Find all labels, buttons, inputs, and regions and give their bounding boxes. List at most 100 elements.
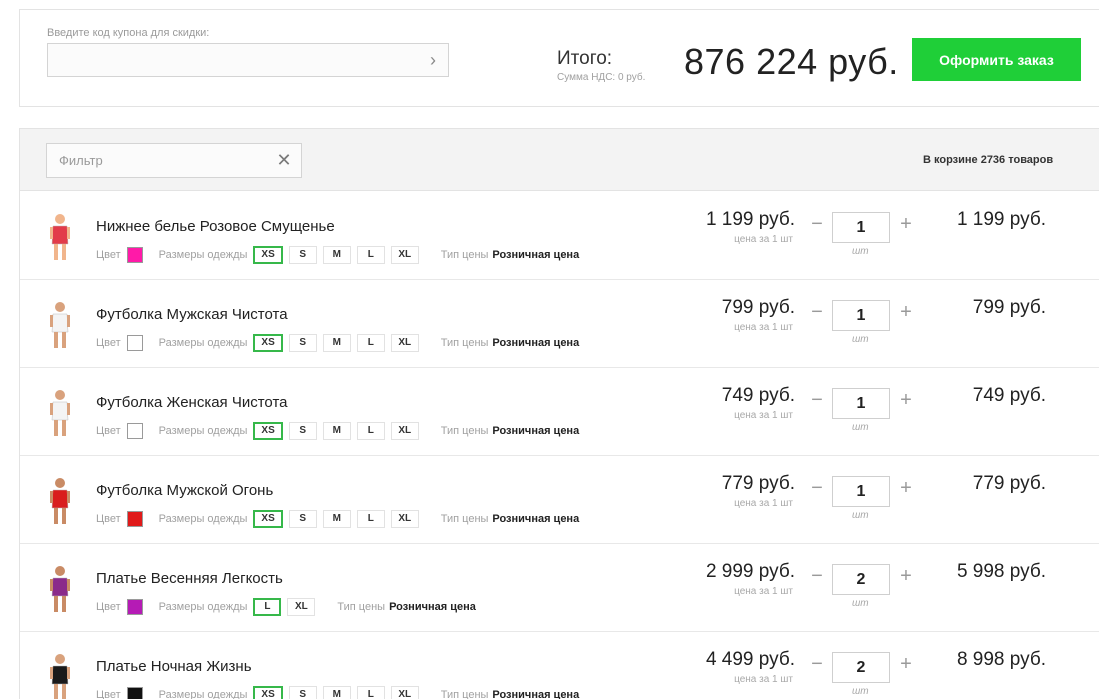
quantity-input[interactable]	[833, 301, 889, 330]
product-name[interactable]: Футболка Мужской Огонь	[96, 482, 273, 499]
color-label: Цвет	[96, 249, 121, 261]
price-type-value: Розничная цена	[492, 513, 580, 525]
size-option[interactable]: L	[356, 334, 385, 352]
qty-unit-label: шт	[852, 334, 869, 345]
unit-price: 749 руб.	[721, 385, 795, 406]
qty-decrease-button[interactable]: −	[809, 302, 825, 322]
size-option[interactable]: XS	[253, 334, 283, 352]
qty-increase-button[interactable]: +	[898, 214, 914, 234]
product-name[interactable]: Футболка Женская Чистота	[96, 394, 287, 411]
qty-decrease-button[interactable]: −	[809, 478, 825, 498]
line-total: 779 руб.	[972, 473, 1046, 494]
size-option[interactable]: XL	[390, 422, 419, 440]
product-thumbnail	[50, 302, 70, 348]
price-type-label: Тип цены	[440, 337, 489, 349]
price-type: Тип цены Розничная цена	[441, 249, 579, 261]
size-option[interactable]: XS	[253, 422, 283, 440]
coupon-field[interactable]: ›	[47, 43, 449, 77]
price-type-value: Розничная цена	[492, 337, 580, 349]
quantity-stepper[interactable]	[832, 652, 890, 683]
size-option[interactable]: M	[322, 422, 351, 440]
coupon-label: Введите код купона для скидки:	[47, 27, 210, 39]
quantity-input[interactable]	[833, 213, 889, 242]
quantity-stepper[interactable]	[832, 388, 890, 419]
unit-price: 2 999 руб.	[705, 561, 795, 582]
size-option[interactable]: M	[322, 246, 351, 264]
color-swatch[interactable]	[126, 511, 143, 527]
unit-price: 799 руб.	[721, 297, 795, 318]
product-name[interactable]: Нижнее белье Розовое Смущенье	[96, 218, 335, 235]
qty-increase-button[interactable]: +	[898, 390, 914, 410]
quantity-stepper[interactable]	[832, 476, 890, 507]
quantity-input[interactable]	[833, 565, 889, 594]
product-name[interactable]: Футболка Мужская Чистота	[96, 306, 288, 323]
quantity-stepper[interactable]	[832, 564, 890, 595]
size-option[interactable]: S	[288, 422, 317, 440]
size-option[interactable]: M	[322, 510, 351, 528]
product-thumbnail	[50, 654, 70, 699]
qty-increase-button[interactable]: +	[898, 478, 914, 498]
size-option[interactable]: XS	[253, 510, 283, 528]
product-name[interactable]: Платье Весенняя Легкость	[96, 570, 283, 587]
size-options: XS S M L XL	[253, 422, 424, 440]
size-option[interactable]: S	[288, 246, 317, 264]
size-option[interactable]: S	[288, 686, 317, 699]
color-swatch[interactable]	[126, 599, 143, 615]
color-swatch[interactable]	[126, 247, 143, 263]
color-swatch[interactable]	[126, 687, 143, 699]
filter-field[interactable]: ✕	[46, 143, 302, 178]
quantity-stepper[interactable]	[832, 300, 890, 331]
size-option[interactable]: S	[288, 510, 317, 528]
color-swatch[interactable]	[126, 423, 143, 439]
color-swatch[interactable]	[126, 335, 143, 351]
qty-decrease-button[interactable]: −	[809, 566, 825, 586]
close-icon[interactable]: ✕	[275, 151, 293, 169]
size-options: XS S M L XL	[253, 246, 424, 264]
price-type: Тип цены Розничная цена	[441, 425, 579, 437]
qty-increase-button[interactable]: +	[898, 302, 914, 322]
size-option[interactable]: L	[356, 246, 385, 264]
unit-price-note: цена за 1 шт	[734, 586, 793, 597]
product-props: Цвет Размеры одежды XS S M L XL Тип цены Розн…	[96, 245, 579, 265]
qty-decrease-button[interactable]: −	[809, 654, 825, 674]
color-label: Цвет	[96, 337, 121, 349]
size-option[interactable]: XS	[253, 686, 283, 699]
chevron-right-icon[interactable]: ›	[424, 50, 442, 70]
qty-decrease-button[interactable]: −	[809, 214, 825, 234]
size-option[interactable]: L	[253, 598, 282, 616]
checkout-button[interactable]: Оформить заказ	[912, 38, 1081, 81]
size-option[interactable]: M	[322, 686, 351, 699]
qty-increase-button[interactable]: +	[898, 654, 914, 674]
size-option[interactable]: XL	[287, 598, 316, 616]
product-name[interactable]: Платье Ночная Жизнь	[96, 658, 252, 675]
size-option[interactable]: M	[322, 334, 351, 352]
price-type-label: Тип цены	[337, 601, 386, 613]
qty-decrease-button[interactable]: −	[809, 390, 825, 410]
coupon-input[interactable]	[48, 44, 418, 76]
quantity-input[interactable]	[833, 653, 889, 682]
quantity-input[interactable]	[833, 477, 889, 506]
line-total: 799 руб.	[972, 297, 1046, 318]
product-props: Цвет Размеры одежды L XL Тип цены Рознична…	[96, 597, 476, 617]
cart-panel: ✕ В корзине 2736 товаров Нижнее белье Ро…	[19, 128, 1099, 699]
size-option[interactable]: XL	[390, 334, 419, 352]
line-total: 5 998 руб.	[956, 561, 1046, 582]
price-type-label: Тип цены	[440, 425, 489, 437]
size-option[interactable]: S	[288, 334, 317, 352]
order-summary-panel: Введите код купона для скидки: › Итого: …	[19, 9, 1099, 107]
price-type-value: Розничная цена	[492, 689, 580, 699]
quantity-input[interactable]	[833, 389, 889, 418]
product-thumbnail	[50, 390, 70, 436]
qty-increase-button[interactable]: +	[898, 566, 914, 586]
size-option[interactable]: L	[356, 510, 385, 528]
size-option[interactable]: XL	[390, 686, 419, 699]
size-option[interactable]: L	[356, 686, 385, 699]
size-option[interactable]: XS	[253, 246, 283, 264]
size-option[interactable]: XL	[390, 510, 419, 528]
size-option[interactable]: XL	[390, 246, 419, 264]
quantity-stepper[interactable]	[832, 212, 890, 243]
unit-price-note: цена за 1 шт	[734, 674, 793, 685]
cart-item-row: Футболка Женская Чистота Цвет Размеры од…	[20, 368, 1099, 456]
filter-input[interactable]	[47, 144, 267, 177]
size-option[interactable]: L	[356, 422, 385, 440]
